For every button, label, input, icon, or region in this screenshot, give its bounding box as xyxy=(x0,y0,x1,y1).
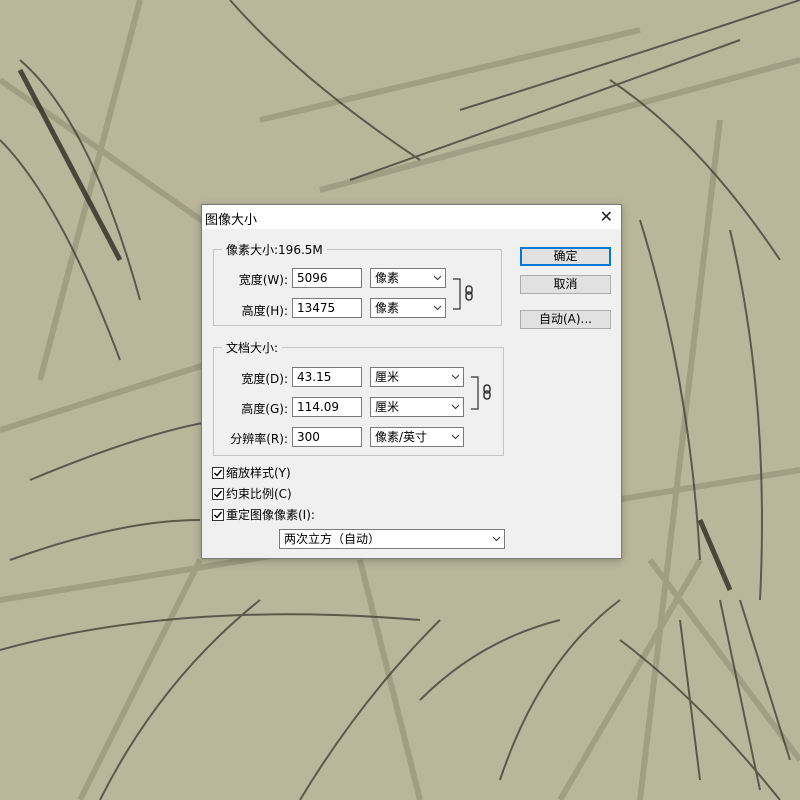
resolution-input[interactable]: 300 xyxy=(292,427,362,447)
doc-height-label: 高度(G): xyxy=(241,402,288,416)
resample-label: 重定图像像素(I): xyxy=(226,508,315,522)
pixel-width-input[interactable]: 5096 xyxy=(292,268,362,288)
pixel-width-unit-value: 像素 xyxy=(375,271,400,285)
chevron-down-icon xyxy=(434,305,441,311)
title-bar[interactable]: 图像大小 ✕ xyxy=(202,205,621,229)
checkbox-checked-icon xyxy=(212,508,224,521)
pixel-width-unit-select[interactable]: 像素 xyxy=(370,268,446,288)
resample-method-value: 两次立方（自动） xyxy=(284,532,381,546)
pixel-link-chain-icon xyxy=(453,278,473,310)
cancel-button[interactable]: 取消 xyxy=(520,275,611,294)
doc-height-unit-select[interactable]: 厘米 xyxy=(370,397,464,417)
chevron-down-icon xyxy=(434,275,441,281)
doc-height-unit-value: 厘米 xyxy=(375,400,400,414)
chevron-down-icon xyxy=(493,536,500,542)
doc-width-input[interactable]: 43.15 xyxy=(292,367,362,387)
dialog-title: 图像大小 xyxy=(205,213,258,228)
doc-height-input[interactable]: 114.09 xyxy=(292,397,362,417)
pixel-height-unit-value: 像素 xyxy=(375,301,400,315)
pixel-width-label: 宽度(W): xyxy=(238,273,288,287)
document-link-chain-icon xyxy=(471,376,491,410)
doc-width-label: 宽度(D): xyxy=(241,372,288,386)
checkbox-checked-icon xyxy=(212,487,224,500)
resample-method-select[interactable]: 两次立方（自动） xyxy=(279,529,505,549)
scale-styles-checkbox[interactable]: 缩放样式(Y) xyxy=(212,464,291,480)
resample-checkbox[interactable]: 重定图像像素(I): xyxy=(212,506,315,522)
image-size-dialog: 图像大小 ✕ 像素大小:196.5M 宽度(W): 5096 像素 高度(H):… xyxy=(201,204,622,559)
doc-width-unit-value: 厘米 xyxy=(375,370,400,384)
resolution-unit-select[interactable]: 像素/英寸 xyxy=(370,427,464,447)
constrain-proportions-label: 约束比例(C) xyxy=(226,487,292,501)
chevron-down-icon xyxy=(452,374,459,380)
pixel-height-label: 高度(H): xyxy=(241,304,288,318)
checkbox-checked-icon xyxy=(212,466,224,479)
pixel-dimensions-legend: 像素大小:196.5M xyxy=(226,243,323,257)
chevron-down-icon xyxy=(452,404,459,410)
document-size-legend: 文档大小: xyxy=(226,341,279,355)
ok-button[interactable]: 确定 xyxy=(520,247,611,266)
pixel-height-input[interactable]: 13475 xyxy=(292,298,362,318)
close-icon[interactable]: ✕ xyxy=(600,207,613,226)
scale-styles-label: 缩放样式(Y) xyxy=(226,466,291,480)
auto-button[interactable]: 自动(A)... xyxy=(520,310,611,329)
pixel-height-unit-select[interactable]: 像素 xyxy=(370,298,446,318)
chevron-down-icon xyxy=(452,434,459,440)
doc-width-unit-select[interactable]: 厘米 xyxy=(370,367,464,387)
resolution-unit-value: 像素/英寸 xyxy=(375,430,428,444)
resolution-label: 分辨率(R): xyxy=(230,432,288,446)
constrain-proportions-checkbox[interactable]: 约束比例(C) xyxy=(212,485,292,501)
